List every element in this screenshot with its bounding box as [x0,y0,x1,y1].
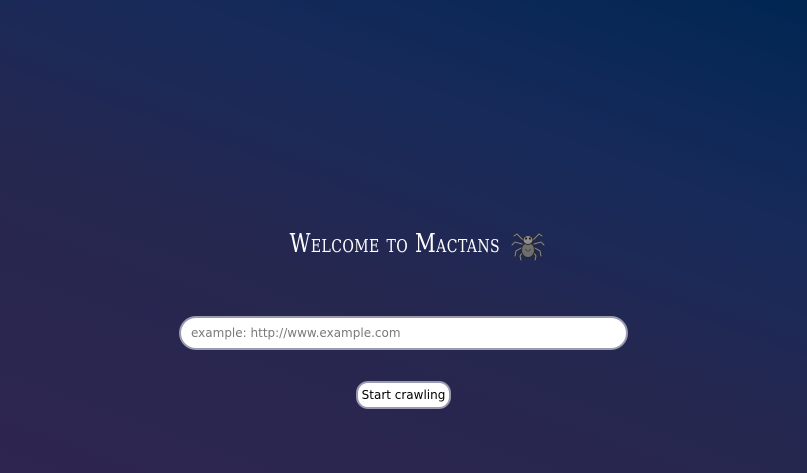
spider-icon [509,225,547,263]
page-title: Welcome to Mactans [289,229,500,259]
url-input[interactable] [179,316,628,350]
start-crawling-button[interactable]: Start crawling [356,381,451,409]
page-header: Welcome to Mactans [0,222,807,266]
